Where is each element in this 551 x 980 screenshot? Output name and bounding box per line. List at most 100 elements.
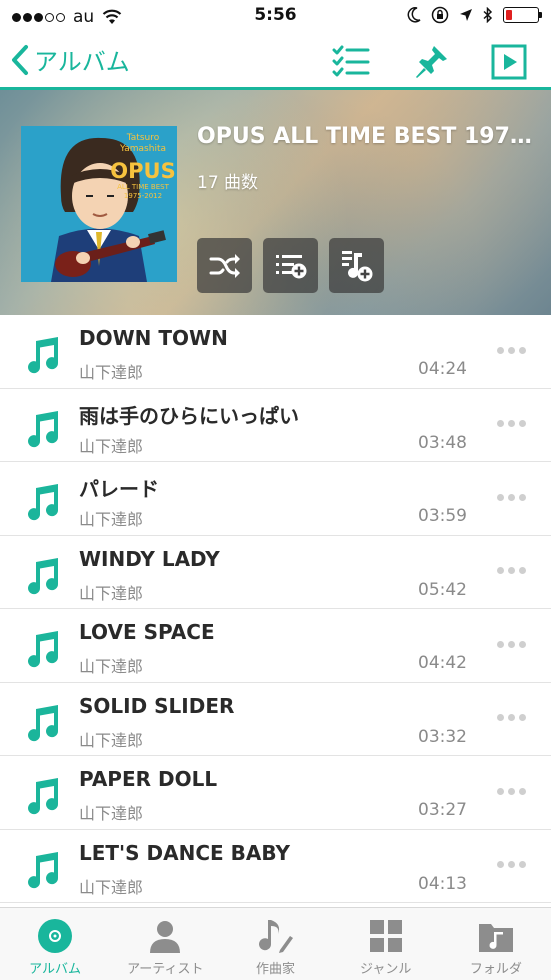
track-row[interactable]: PAPER DOLL 山下達郎 03:27	[0, 756, 551, 830]
more-dot	[518, 346, 526, 354]
track-artist: 山下達郎	[79, 657, 144, 676]
more-dot	[518, 493, 526, 501]
genre-icon	[369, 920, 402, 952]
more-dot	[507, 714, 515, 721]
more-options-button[interactable]	[491, 556, 531, 586]
tab-album[interactable]: アルバム	[0, 908, 110, 980]
track-icon	[24, 482, 64, 522]
track-count: 17 曲数	[197, 173, 259, 193]
more-options-button[interactable]	[491, 703, 531, 733]
cover-artist-name: Tatsuro Yamashita	[120, 133, 166, 154]
cover-title: OPUS	[110, 159, 176, 183]
music-note-icon	[28, 778, 59, 815]
tab-artist[interactable]: アーティスト	[110, 908, 220, 980]
tab-icon-wrap	[145, 916, 185, 956]
track-title: SOLID SLIDER	[79, 693, 235, 718]
tab-label: アルバム	[29, 962, 82, 977]
track-row[interactable]: SOLID SLIDER 山下達郎 03:32	[0, 683, 551, 756]
track-row[interactable]: WINDY LADY 山下達郎 05:42	[0, 536, 551, 609]
nav-bar: アルバム	[0, 32, 551, 90]
track-row[interactable]: 雨は手のひらにいっぱい 山下達郎 03:48	[0, 389, 551, 462]
more-dot	[507, 346, 515, 354]
music-note-icon	[28, 557, 59, 594]
track-row[interactable]: LET'S DANCE BABY 山下達郎 04:13	[0, 830, 551, 903]
more-dot	[518, 787, 526, 795]
album-header: Tatsuro Yamashita OPUS ALL TIME BEST 197…	[0, 90, 551, 315]
tab-bar: アルバム アーティスト 作曲家 ジャンル フォルダ	[0, 907, 551, 980]
track-icon	[24, 556, 64, 596]
more-dot	[518, 420, 526, 427]
tab-label: アーティスト	[127, 962, 204, 977]
track-title: DOWN TOWN	[79, 326, 228, 350]
tab-icon-wrap	[35, 916, 75, 956]
more-dot	[507, 567, 515, 574]
album-icon	[38, 919, 73, 953]
music-note-icon	[28, 704, 59, 741]
track-title: LOVE SPACE	[79, 620, 215, 644]
more-options-button[interactable]	[491, 629, 531, 659]
more-dot	[507, 861, 515, 868]
track-title: パレード	[79, 477, 159, 501]
more-options-button[interactable]	[491, 776, 531, 806]
track-row[interactable]: DOWN TOWN 山下達郎 04:24	[0, 315, 551, 389]
tab-folder[interactable]: フォルダ	[441, 908, 551, 980]
track-row[interactable]: LOVE SPACE 山下達郎 04:42	[0, 609, 551, 683]
artist-icon	[150, 921, 181, 953]
tab-label: フォルダ	[469, 962, 522, 977]
tab-icon-wrap	[476, 916, 516, 956]
more-dot	[518, 640, 526, 648]
music-note-icon	[28, 337, 59, 374]
more-options-button[interactable]	[491, 335, 531, 365]
rotation-lock-icon	[431, 6, 449, 24]
more-options-button[interactable]	[491, 850, 531, 880]
battery-level	[506, 10, 512, 20]
chevron-left-icon	[12, 44, 28, 75]
more-options-button[interactable]	[491, 482, 531, 512]
composer-icon	[258, 920, 293, 953]
more-dot	[496, 493, 504, 501]
track-icon	[24, 703, 64, 743]
track-title: WINDY LADY	[79, 546, 220, 571]
pin-button[interactable]	[411, 42, 451, 82]
bluetooth-icon	[483, 7, 493, 23]
track-row[interactable]: パレード 山下達郎 03:59	[0, 462, 551, 536]
location-icon	[460, 9, 472, 21]
more-dot	[496, 861, 504, 868]
more-dot	[496, 420, 504, 427]
track-artist: 山下達郎	[79, 804, 144, 823]
pin-icon	[416, 46, 447, 78]
track-icon	[24, 629, 64, 669]
track-duration: 04:24	[418, 359, 467, 379]
more-dot	[518, 567, 526, 574]
shuffle-button[interactable]	[197, 238, 252, 293]
more-options-button[interactable]	[491, 409, 531, 439]
music-note-icon	[28, 851, 59, 888]
checklist-button[interactable]	[331, 42, 371, 82]
more-dot	[507, 493, 515, 501]
music-note-icon	[28, 484, 59, 521]
play-button[interactable]	[489, 42, 529, 82]
track-title: 雨は手のひらにいっぱい	[79, 403, 299, 428]
back-button[interactable]: アルバム	[10, 42, 130, 77]
track-artist: 山下達郎	[79, 363, 144, 382]
status-bar: au 5:56	[0, 0, 551, 32]
cover-text: Tatsuro Yamashita OPUS ALL TIME BEST 197…	[109, 133, 177, 201]
more-dot	[507, 640, 515, 648]
more-dot	[496, 787, 504, 795]
status-right	[407, 6, 542, 24]
track-icon	[24, 850, 64, 890]
track-icon	[24, 335, 64, 375]
tab-genre[interactable]: ジャンル	[331, 908, 441, 980]
folder-icon	[478, 924, 513, 952]
more-dot	[507, 420, 515, 427]
tab-icon-wrap	[256, 916, 296, 956]
add-to-playlist-button[interactable]	[329, 238, 384, 293]
track-duration: 03:32	[418, 726, 467, 747]
play-icon	[491, 44, 527, 80]
track-artist: 山下達郎	[79, 583, 144, 603]
track-duration: 04:42	[418, 653, 467, 673]
tab-label: 作曲家	[256, 962, 296, 977]
tab-composer[interactable]: 作曲家	[220, 908, 330, 980]
tab-icon-wrap	[366, 916, 406, 956]
add-to-queue-button[interactable]	[263, 238, 318, 293]
